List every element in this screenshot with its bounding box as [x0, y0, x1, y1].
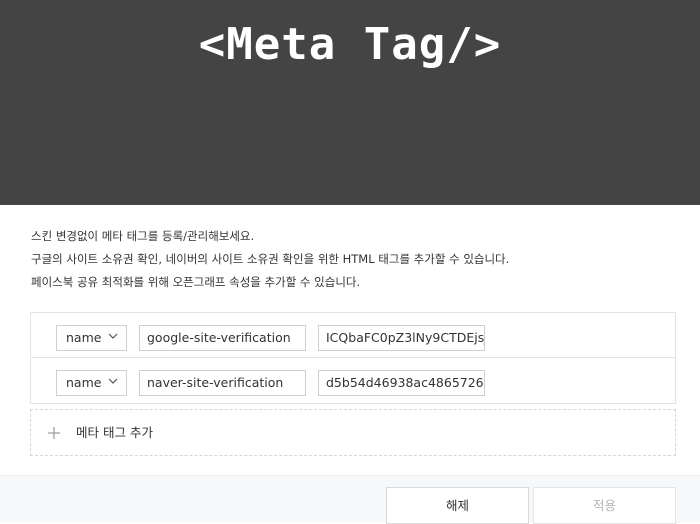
- hero-banner: <Meta Tag/>: [0, 0, 700, 205]
- add-meta-tag-button[interactable]: 메타 태그 추가: [30, 409, 676, 456]
- meta-tag-row: name google-site-verification ICQbaFC0pZ…: [31, 313, 675, 358]
- attribute-type-select[interactable]: name: [56, 325, 127, 351]
- meta-name-input[interactable]: google-site-verification: [139, 325, 306, 351]
- description-line: 스킨 변경없이 메타 태그를 등록/관리해보세요.: [31, 229, 255, 243]
- meta-content-input[interactable]: ICQbaFC0pZ3lNy9CTDEjsJJ(: [318, 325, 485, 351]
- description: 스킨 변경없이 메타 태그를 등록/관리해보세요. 구글의 사이트 소유권 확인…: [31, 227, 691, 296]
- release-button[interactable]: 해제: [386, 487, 529, 524]
- meta-tag-list: name google-site-verification ICQbaFC0pZ…: [30, 312, 676, 404]
- attribute-type-select[interactable]: name: [56, 370, 127, 396]
- page-title: <Meta Tag/>: [198, 19, 502, 70]
- footer-bar: 해제 적용: [0, 475, 700, 524]
- chevron-down-icon: [108, 378, 118, 384]
- add-meta-tag-label: 메타 태그 추가: [76, 425, 153, 440]
- plus-icon: [48, 427, 60, 439]
- meta-name-input[interactable]: naver-site-verification: [139, 370, 306, 396]
- meta-content-input[interactable]: d5b54d46938ac4865726556: [318, 370, 485, 396]
- apply-button[interactable]: 적용: [533, 487, 676, 524]
- attribute-type-value: name: [66, 330, 102, 345]
- chevron-down-icon: [108, 333, 118, 339]
- description-line: 페이스북 공유 최적화를 위해 오픈그래프 속성을 추가할 수 있습니다.: [31, 275, 361, 289]
- attribute-type-value: name: [66, 375, 102, 390]
- meta-tag-panel: 스킨 변경없이 메타 태그를 등록/관리해보세요. 구글의 사이트 소유권 확인…: [0, 205, 700, 475]
- meta-tag-row: name naver-site-verification d5b54d46938…: [31, 358, 675, 403]
- description-line: 구글의 사이트 소유권 확인, 네이버의 사이트 소유권 확인을 위한 HTML…: [31, 252, 510, 266]
